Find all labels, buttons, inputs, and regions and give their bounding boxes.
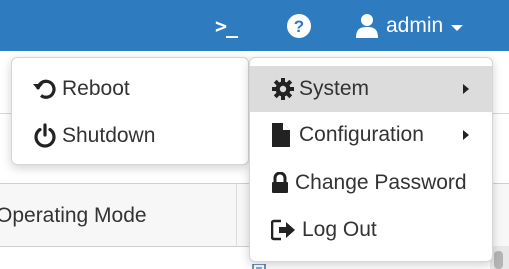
scrollbar-thumb[interactable] (494, 251, 503, 269)
svg-text:?: ? (294, 17, 304, 36)
gear-icon (272, 78, 294, 100)
system-label: System (299, 77, 370, 100)
lock-icon (272, 172, 288, 193)
user-dropdown-menu: System Configuration Change Password Log… (249, 57, 493, 262)
system-menu-item[interactable]: System (250, 66, 492, 112)
power-icon (34, 123, 56, 148)
chevron-down-icon (451, 24, 464, 31)
table-header-cell[interactable]: Operating Mode (0, 183, 237, 247)
user-name: admin (386, 14, 444, 37)
help-button[interactable]: ? (283, 10, 315, 42)
file-icon (272, 123, 290, 147)
reboot-menu-item[interactable]: Reboot (32, 74, 130, 104)
terminal-icon: >_ (214, 14, 238, 38)
configuration-label: Configuration (299, 123, 424, 146)
document-icon[interactable] (252, 261, 268, 269)
reboot-label: Reboot (62, 77, 130, 100)
logout-label: Log Out (302, 218, 377, 241)
user-menu-button[interactable]: admin (355, 10, 464, 42)
system-submenu: Reboot Shutdown (11, 57, 249, 165)
configuration-menu-item[interactable]: Configuration (250, 112, 492, 158)
app-root: >_ ? admin Operating Mode Reboot Shutdow… (0, 0, 509, 269)
change-password-label: Change Password (295, 171, 467, 194)
chevron-right-icon (463, 84, 469, 94)
chevron-right-icon (463, 130, 469, 140)
sign-out-icon (271, 219, 295, 241)
column-header-label: Operating Mode (0, 204, 147, 227)
reboot-icon (33, 79, 56, 99)
logout-menu-item[interactable]: Log Out (250, 207, 492, 253)
change-password-menu-item[interactable]: Change Password (250, 160, 492, 206)
user-icon (356, 14, 378, 38)
top-navbar: >_ ? admin (0, 0, 509, 51)
console-button[interactable]: >_ (208, 10, 244, 42)
shutdown-label: Shutdown (62, 124, 156, 147)
question-circle-icon: ? (287, 14, 311, 38)
shutdown-menu-item[interactable]: Shutdown (32, 121, 155, 151)
